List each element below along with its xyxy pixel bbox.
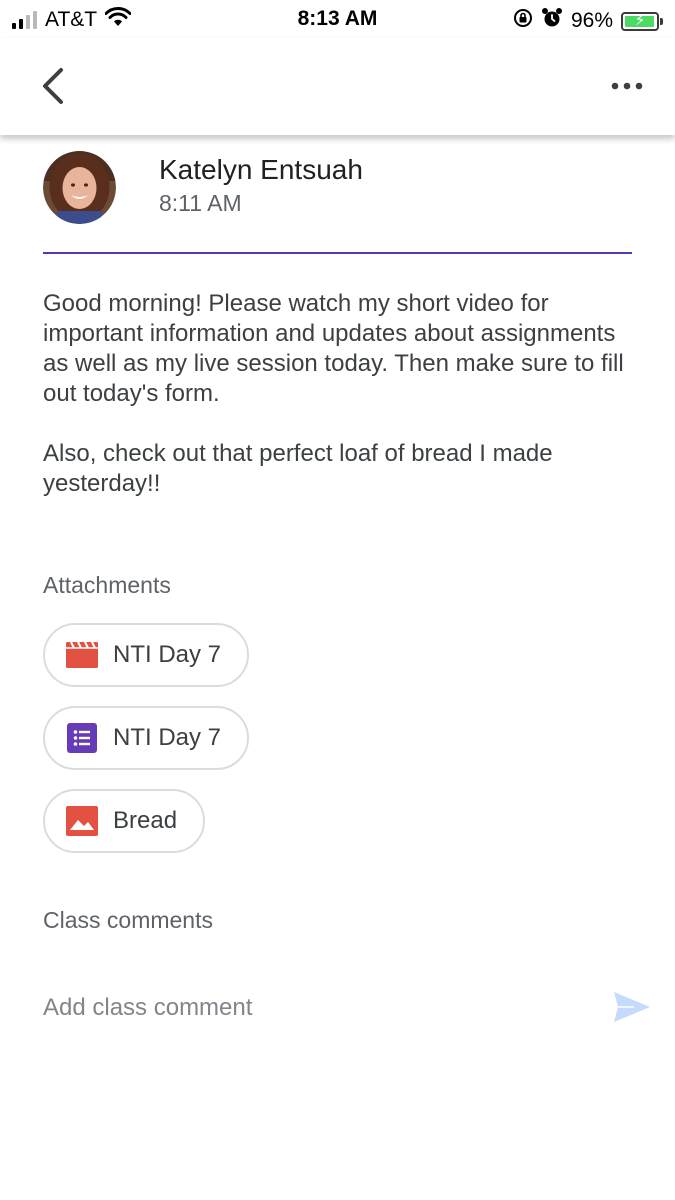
add-class-comment-input[interactable] [43,990,583,1026]
send-icon [614,992,650,1022]
post-body: Good morning! Please watch my short vide… [43,289,643,499]
app-bar [0,38,675,135]
form-icon [65,723,99,753]
status-bar: AT&T 8:13 AM 96% ⚡ [0,0,675,38]
image-icon [65,806,99,836]
post-time: 8:11 AM [159,190,242,216]
attachment-chip-video[interactable]: NTI Day 7 [43,623,250,687]
alarm-icon [541,7,563,35]
attachments-heading: Attachments [43,572,171,598]
stream-post-screen: AT&T 8:13 AM 96% ⚡ Katelyn Entsuah 8:11 … [0,0,675,1200]
avatar [43,151,116,224]
post-paragraph: Also, check out that perfect loaf of bre… [43,440,553,497]
orientation-lock-icon [513,8,533,34]
battery-icon: ⚡ [621,11,663,31]
attachment-chip-image[interactable]: Bread [43,789,206,853]
battery-percent: 96% [570,9,613,32]
attachment-chip-form[interactable]: NTI Day 7 [43,706,250,770]
more-options-icon [611,82,643,90]
back-icon [43,68,63,104]
post-paragraph: Good morning! Please watch my short vide… [43,290,624,407]
attachment-label: Bread [113,807,178,834]
status-right: 96% ⚡ [513,7,663,35]
send-button[interactable] [610,988,654,1026]
divider [43,252,632,254]
attachment-label: NTI Day 7 [113,641,222,668]
class-comments-heading: Class comments [43,907,213,933]
author-name: Katelyn Entsuah [159,154,363,185]
attachment-label: NTI Day 7 [113,724,222,751]
more-options-button[interactable] [605,66,649,106]
video-icon [65,640,99,670]
back-button[interactable] [30,64,74,108]
